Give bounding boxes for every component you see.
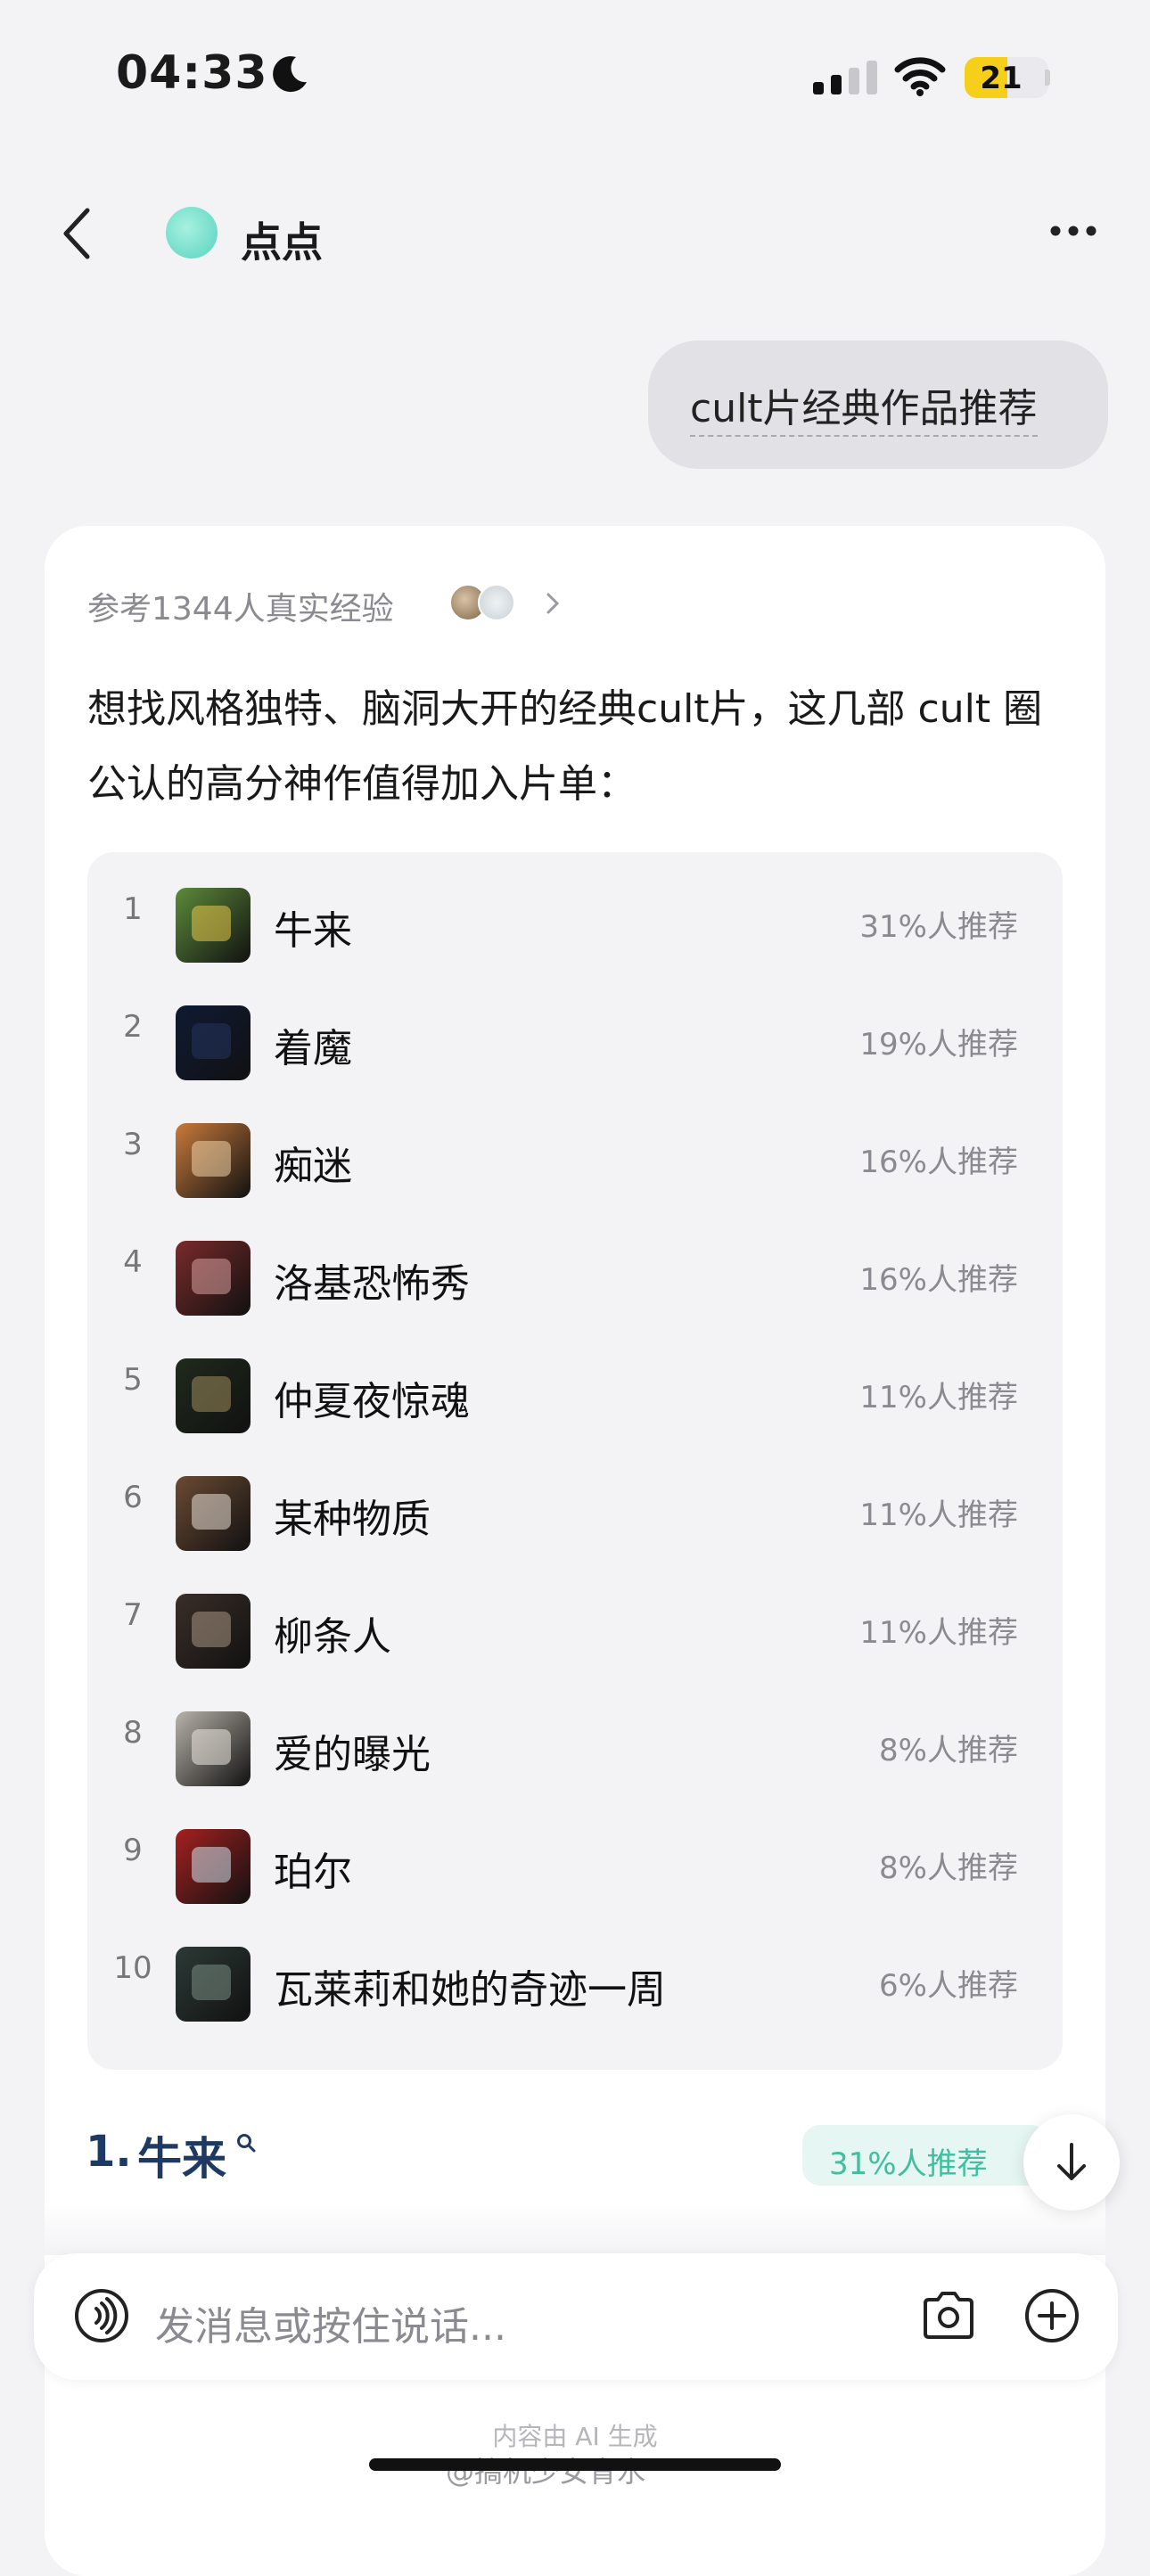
answer-intro: 想找风格独特、脑洞大开的经典cult片，这几部 cult 圈公认的高分神作值得加… bbox=[87, 686, 1043, 807]
poster-highlight bbox=[192, 906, 231, 941]
poster-highlight bbox=[192, 1494, 231, 1530]
movie-poster-thumbnail bbox=[176, 888, 251, 963]
message-input[interactable]: 发消息或按住说话... bbox=[155, 2294, 506, 2351]
movie-poster-thumbnail bbox=[176, 1005, 251, 1080]
movie-title: 着魔 bbox=[274, 1026, 352, 1071]
reference-link[interactable]: 参考1344人真实经验 bbox=[87, 583, 394, 629]
recommend-percent: 16%人推荐 bbox=[859, 1144, 1018, 1180]
movie-poster-thumbnail bbox=[176, 1241, 251, 1316]
movie-title: 牛来 bbox=[274, 908, 352, 954]
movie-poster-thumbnail bbox=[176, 1947, 251, 2022]
content-fade bbox=[45, 2202, 1105, 2255]
recommend-percent: 6%人推荐 bbox=[879, 1968, 1018, 2004]
back-chevron-icon[interactable] bbox=[61, 207, 93, 260]
search-icon[interactable] bbox=[235, 2132, 257, 2154]
movie-title: 洛基恐怖秀 bbox=[274, 1261, 470, 1307]
recommend-percent: 11%人推荐 bbox=[859, 1497, 1018, 1533]
movie-title: 柳条人 bbox=[274, 1614, 391, 1660]
poster-highlight bbox=[192, 1612, 231, 1647]
section-number: 1. bbox=[86, 2127, 132, 2177]
movie-title: 瓦莱莉和她的奇迹一周 bbox=[274, 1967, 666, 2013]
ranking-row[interactable]: 3 痴迷 16%人推荐 bbox=[87, 1087, 1063, 1205]
movie-poster-thumbnail bbox=[176, 1829, 251, 1904]
movie-poster-thumbnail bbox=[176, 1358, 251, 1433]
recommend-percent: 8%人推荐 bbox=[879, 1733, 1018, 1768]
home-indicator bbox=[369, 2458, 781, 2471]
poster-highlight bbox=[192, 1376, 231, 1412]
bot-name[interactable]: 点点 bbox=[241, 210, 323, 269]
recommend-percent: 31%人推荐 bbox=[859, 909, 1018, 945]
ranking-row[interactable]: 8 爱的曝光 8%人推荐 bbox=[87, 1676, 1063, 1793]
movie-title: 痴迷 bbox=[274, 1144, 352, 1189]
poster-highlight bbox=[192, 1965, 231, 2000]
recommend-percent: 8%人推荐 bbox=[879, 1850, 1018, 1886]
movie-poster-thumbnail bbox=[176, 1123, 251, 1198]
moon-icon bbox=[273, 56, 307, 93]
ranking-row[interactable]: 5 仲夏夜惊魂 11%人推荐 bbox=[87, 1323, 1063, 1440]
chevron-right-icon[interactable] bbox=[544, 590, 562, 617]
recommend-percent: 19%人推荐 bbox=[859, 1027, 1018, 1062]
rank-number: 8 bbox=[123, 1715, 143, 1751]
rank-number: 2 bbox=[123, 1009, 143, 1045]
recommend-percent: 16%人推荐 bbox=[859, 1262, 1018, 1298]
user-message-text: cult片经典作品推荐 bbox=[690, 376, 1038, 437]
recommend-badge-text: 31%人推荐 bbox=[829, 2146, 988, 2182]
poster-highlight bbox=[192, 1729, 231, 1765]
movie-title: 爱的曝光 bbox=[274, 1732, 431, 1777]
wifi-icon bbox=[894, 57, 946, 96]
rank-number: 6 bbox=[123, 1480, 143, 1515]
poster-highlight bbox=[192, 1847, 231, 1883]
rank-number: 7 bbox=[123, 1597, 143, 1633]
movie-poster-thumbnail bbox=[176, 1594, 251, 1669]
reference-avatar bbox=[478, 584, 515, 621]
movie-title: 珀尔 bbox=[274, 1850, 352, 1895]
voice-input-icon[interactable] bbox=[73, 2287, 130, 2344]
rank-number: 1 bbox=[123, 891, 143, 927]
movie-poster-thumbnail bbox=[176, 1711, 251, 1786]
movie-title: 某种物质 bbox=[274, 1497, 431, 1542]
more-options-icon[interactable] bbox=[1048, 223, 1098, 239]
movie-title: 仲夏夜惊魂 bbox=[274, 1379, 470, 1424]
poster-highlight bbox=[192, 1023, 231, 1059]
rank-number: 4 bbox=[123, 1244, 143, 1280]
poster-highlight bbox=[192, 1259, 231, 1294]
ranking-row[interactable]: 4 洛基恐怖秀 16%人推荐 bbox=[87, 1205, 1063, 1323]
battery-indicator: 21 bbox=[965, 57, 1048, 98]
ai-generated-note: 内容由 AI 生成 bbox=[492, 2422, 658, 2451]
cellular-signal-icon bbox=[813, 61, 877, 94]
ranking-row[interactable]: 2 着魔 19%人推荐 bbox=[87, 970, 1063, 1087]
movie-poster-thumbnail bbox=[176, 1476, 251, 1551]
section-title-link[interactable]: 牛来 bbox=[137, 2123, 226, 2187]
ranking-list: 1 牛来 31%人推荐 2 着魔 19%人推荐 3 痴迷 16%人推荐 4 洛基恐怖秀 16%人推荐 5… bbox=[87, 852, 1063, 2070]
rank-number: 9 bbox=[123, 1833, 143, 1868]
battery-tip bbox=[1045, 70, 1050, 86]
poster-highlight bbox=[192, 1141, 231, 1177]
rank-number: 10 bbox=[113, 1950, 152, 1986]
arrow-down-icon bbox=[1057, 2143, 1086, 2180]
ranking-row[interactable]: 10 瓦莱莉和她的奇迹一周 6%人推荐 bbox=[87, 1911, 1063, 2029]
scroll-down-button[interactable] bbox=[1023, 2114, 1120, 2211]
ranking-row[interactable]: 9 珀尔 8%人推荐 bbox=[87, 1793, 1063, 1911]
rank-number: 5 bbox=[123, 1362, 143, 1398]
rank-number: 3 bbox=[123, 1127, 143, 1162]
recommend-percent: 11%人推荐 bbox=[859, 1380, 1018, 1415]
bot-avatar[interactable] bbox=[166, 207, 218, 258]
recommend-percent: 11%人推荐 bbox=[859, 1615, 1018, 1651]
ranking-row[interactable]: 7 柳条人 11%人推荐 bbox=[87, 1558, 1063, 1676]
add-icon[interactable] bbox=[1023, 2287, 1080, 2344]
ranking-row[interactable]: 6 某种物质 11%人推荐 bbox=[87, 1440, 1063, 1558]
status-time: 04:33 bbox=[116, 46, 268, 100]
battery-percent: 21 bbox=[980, 61, 1023, 96]
camera-icon[interactable] bbox=[920, 2289, 977, 2341]
ranking-row[interactable]: 1 牛来 31%人推荐 bbox=[87, 852, 1063, 970]
